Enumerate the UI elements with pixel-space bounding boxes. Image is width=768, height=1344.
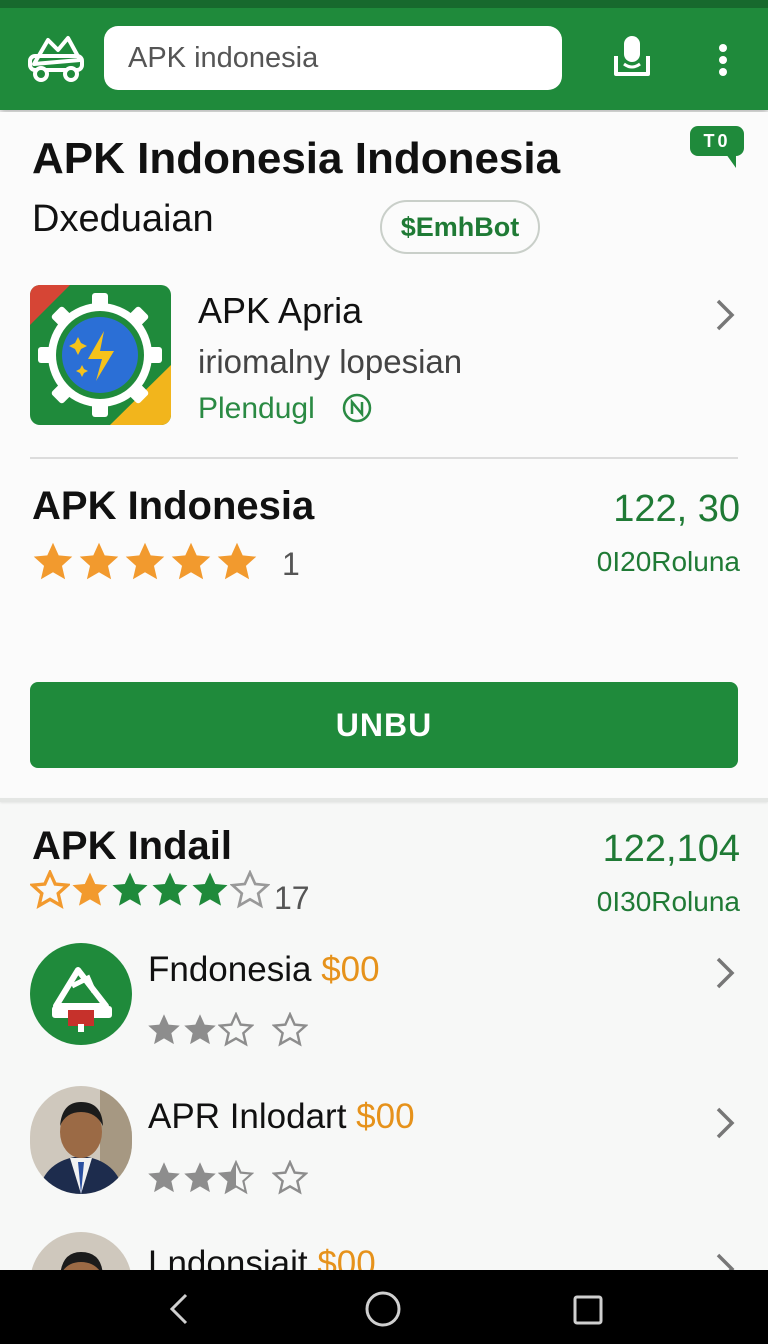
section1-title: APK Indonesia [32, 484, 315, 528]
status-strip [0, 0, 768, 8]
install-button[interactable]: UNBU [30, 682, 738, 768]
star-icon [33, 542, 73, 580]
star-icon [72, 872, 108, 906]
list-item-title[interactable]: Fndonesia $00 [148, 950, 380, 990]
section1-price: 122, 30 [613, 488, 740, 530]
star-icon [79, 542, 119, 580]
section2-price: 122,104 [602, 828, 740, 870]
star-icon [152, 872, 188, 906]
chat-badge[interactable]: T0 [690, 126, 744, 172]
star-icon [184, 1162, 216, 1193]
list-item-rating [146, 1160, 308, 1196]
mic-icon[interactable] [610, 34, 654, 80]
star-icon [171, 542, 211, 580]
search-input[interactable] [126, 40, 562, 76]
chevron-right-icon[interactable] [714, 1106, 736, 1140]
chevron-right-icon[interactable] [714, 298, 736, 332]
app-icon[interactable] [30, 285, 171, 425]
list-item-avatar[interactable] [30, 1086, 132, 1194]
home-icon[interactable] [364, 1290, 402, 1328]
section2-title: APK Indail [32, 824, 233, 868]
list-item-name: Fndonesia [148, 950, 312, 989]
list-item-name: APR Inlodart [148, 1097, 347, 1136]
star-icon [230, 870, 270, 909]
section-separator [0, 798, 768, 802]
list-item-title[interactable]: APR Inlodart $00 [148, 1097, 415, 1137]
back-icon[interactable] [166, 1292, 192, 1326]
list-item-avatar[interactable] [30, 940, 132, 1048]
section1-price-sub: 0I20Roluna [596, 546, 740, 577]
search-bar[interactable] [104, 26, 562, 90]
star-icon [217, 542, 257, 580]
featured-app-description: iriomalny lopesian [198, 343, 463, 380]
featured-app-name[interactable]: APK Apria [198, 290, 362, 332]
section2-rating-count: 17 [274, 880, 310, 916]
star-icon [148, 1014, 180, 1045]
tag-pill[interactable]: $EmhBot [380, 200, 540, 254]
section2-rating-stars [30, 870, 270, 910]
section1-rating-stars [30, 540, 260, 584]
star-icon [192, 872, 228, 906]
star-icon [218, 1012, 254, 1047]
page-title: APK Indonesia Indonesia [32, 134, 561, 183]
star-icon [148, 1162, 180, 1193]
star-icon [112, 872, 148, 906]
verified-badge-icon [342, 393, 372, 423]
recents-icon[interactable] [572, 1294, 604, 1326]
star-icon [218, 1160, 254, 1195]
system-nav-bar [0, 1270, 768, 1344]
app-logo-icon[interactable] [26, 30, 86, 84]
section2-price-sub: 0I30Roluna [596, 886, 740, 917]
list-item-price: $00 [321, 950, 380, 989]
star-icon [272, 1160, 308, 1195]
app-bar [0, 0, 768, 110]
divider [30, 457, 738, 459]
more-vert-icon[interactable] [708, 40, 738, 80]
list-item-rating [146, 1012, 308, 1048]
chat-badge-label: T0 [690, 126, 744, 156]
list-item-price: $00 [356, 1097, 415, 1136]
chevron-right-icon[interactable] [714, 956, 736, 990]
section1-rating-count: 1 [282, 546, 300, 582]
star-icon [125, 542, 165, 580]
star-icon [30, 870, 70, 910]
star-icon [184, 1014, 216, 1045]
page-subtitle: Dxeduaian [32, 198, 214, 240]
star-icon [272, 1012, 308, 1047]
featured-app-developer[interactable]: Plendugl [198, 392, 315, 426]
